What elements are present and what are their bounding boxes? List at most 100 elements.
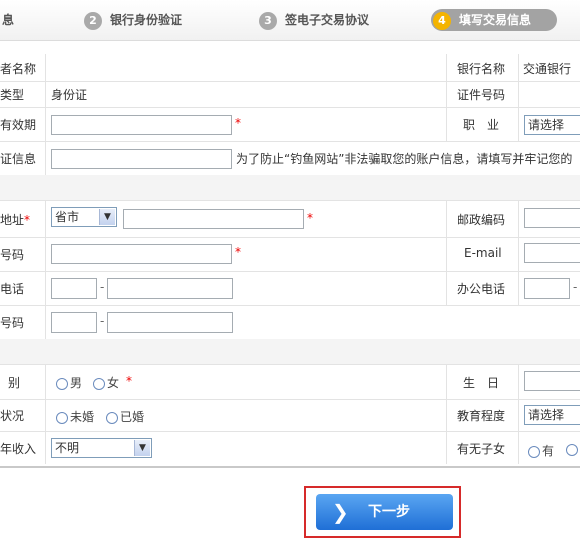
gender-label: 别 [8, 376, 21, 390]
phone-label: 电话 [0, 282, 25, 296]
trade-info-form: 者名称 银行名称 交通银行 类型 身份证 证件号码 有效期 * 职 业 请选择 … [0, 54, 580, 468]
phone-number-input[interactable] [107, 278, 233, 299]
step-2-label: 银行身份验证 [110, 13, 183, 27]
row-verify: 证信息 为了防止“钓鱼网站”非法骗取您的账户信息，请填写并牢记您的 [0, 141, 580, 176]
bank-name-value: 交通银行 [523, 62, 572, 76]
occupation-select-value: 请选择 [528, 118, 565, 132]
gender-female-option[interactable]: 女 [93, 374, 119, 391]
marital-married-option[interactable]: 已婚 [106, 408, 144, 425]
address-input[interactable] [123, 209, 304, 229]
required-mark: * [24, 213, 31, 227]
fax-number-input[interactable] [107, 312, 233, 333]
step-3-number: 3 [259, 11, 277, 30]
children-label: 有无子女 [457, 442, 506, 456]
marital-single-label: 未婚 [70, 410, 95, 424]
radio-icon[interactable] [528, 445, 540, 458]
row-gender: 别 男 女 * 生 日 [0, 364, 580, 400]
email-label: E-mail [464, 246, 502, 260]
step-1: 息 [2, 9, 14, 31]
radio-icon[interactable] [566, 443, 578, 456]
gender-male-label: 男 [70, 376, 83, 390]
occupation-label: 职 业 [463, 118, 500, 132]
validity-input[interactable] [51, 115, 232, 135]
radio-icon[interactable] [106, 411, 118, 424]
required-mark: * [307, 211, 313, 225]
required-mark: * [235, 116, 241, 130]
radio-icon[interactable] [56, 411, 68, 424]
education-select-value: 请选择 [528, 408, 565, 422]
mobile-label: 号码 [0, 248, 25, 262]
section-divider [0, 175, 580, 201]
email-input[interactable] [524, 243, 580, 263]
postcode-input[interactable] [524, 208, 580, 228]
office-phone-dash: - [573, 280, 578, 294]
id-number-label: 证件号码 [457, 88, 506, 102]
step-2: 2 银行身份验证 [84, 9, 182, 31]
row-fax: 号码 - [0, 305, 580, 340]
postcode-label: 邮政编码 [457, 213, 506, 227]
chevron-down-icon: ▼ [99, 209, 115, 225]
row-holder-name: 者名称 银行名称 交通银行 [0, 54, 580, 82]
section-divider [0, 339, 580, 365]
required-mark: * [126, 374, 132, 388]
fax-area-input[interactable] [51, 312, 97, 333]
radio-icon[interactable] [56, 377, 68, 390]
verify-input[interactable] [51, 149, 232, 169]
children-yes-label: 有 [542, 444, 555, 458]
next-button[interactable]: ❯ 下一步 [316, 494, 453, 530]
chevron-right-icon: ❯ [332, 500, 349, 524]
fax-dash: - [100, 314, 105, 328]
office-phone-label: 办公电话 [457, 282, 506, 296]
marital-label: 状况 [0, 409, 25, 423]
income-label: 年收入 [0, 442, 37, 456]
verify-label: 证信息 [0, 152, 37, 166]
occupation-select[interactable]: 请选择 [524, 115, 580, 135]
row-validity: 有效期 * 职 业 请选择 [0, 107, 580, 142]
step-4-number: 4 [433, 11, 451, 30]
chevron-down-icon: ▼ [134, 440, 150, 456]
birthday-input[interactable] [524, 371, 580, 391]
gender-female-label: 女 [107, 376, 120, 390]
address-label-text: 地址 [0, 213, 25, 227]
marital-married-label: 已婚 [120, 410, 145, 424]
row-phone: 电话 - 办公电话 - [0, 271, 580, 306]
education-label: 教育程度 [457, 409, 506, 423]
gender-male-option[interactable]: 男 [56, 374, 82, 391]
address-province-select[interactable]: 省市 ▼ [51, 207, 117, 227]
required-mark: * [235, 245, 241, 259]
income-select-value: 不明 [55, 441, 80, 455]
next-button-label: 下一步 [368, 504, 410, 520]
fax-label: 号码 [0, 316, 25, 330]
step-3-label: 签电子交易协议 [285, 13, 370, 27]
bank-name-label: 银行名称 [457, 62, 506, 76]
id-type-label: 类型 [0, 88, 25, 102]
row-mobile: 号码 * E-mail [0, 237, 580, 272]
step-2-number: 2 [84, 11, 102, 30]
verify-hint: 为了防止“钓鱼网站”非法骗取您的账户信息，请填写并牢记您的 [236, 152, 573, 166]
phone-area-input[interactable] [51, 278, 97, 299]
phone-dash: - [100, 280, 105, 294]
birthday-label: 生 日 [463, 376, 500, 390]
address-select-value: 省市 [55, 210, 80, 224]
office-phone-area-input[interactable] [524, 278, 570, 299]
education-select[interactable]: 请选择 [524, 405, 580, 425]
step-3: 3 签电子交易协议 [259, 9, 369, 31]
children-no-option[interactable] [566, 442, 580, 456]
mobile-input[interactable] [51, 244, 232, 264]
address-label: 地址* [0, 211, 30, 228]
validity-label: 有效期 [0, 118, 37, 132]
steps-bar: 息 2 银行身份验证 3 签电子交易协议 4 填写交易信息 [0, 0, 580, 41]
id-type-value: 身份证 [51, 88, 88, 102]
row-id-type: 类型 身份证 证件号码 [0, 81, 580, 108]
marital-single-option[interactable]: 未婚 [56, 408, 94, 425]
row-address: 地址* 省市 ▼ * 邮政编码 [0, 200, 580, 238]
children-yes-option[interactable]: 有 [528, 442, 554, 459]
step-1-label: 息 [2, 13, 15, 27]
holder-name-label: 者名称 [0, 62, 37, 76]
step-4-label: 填写交易信息 [459, 13, 532, 27]
row-marital: 状况 未婚 已婚 教育程度 请选择 [0, 399, 580, 432]
radio-icon[interactable] [93, 377, 105, 390]
next-button-highlight: ❯ 下一步 [304, 486, 461, 538]
income-select[interactable]: 不明 ▼ [51, 438, 152, 458]
row-income: 年收入 不明 ▼ 有无子女 有 [0, 431, 580, 464]
